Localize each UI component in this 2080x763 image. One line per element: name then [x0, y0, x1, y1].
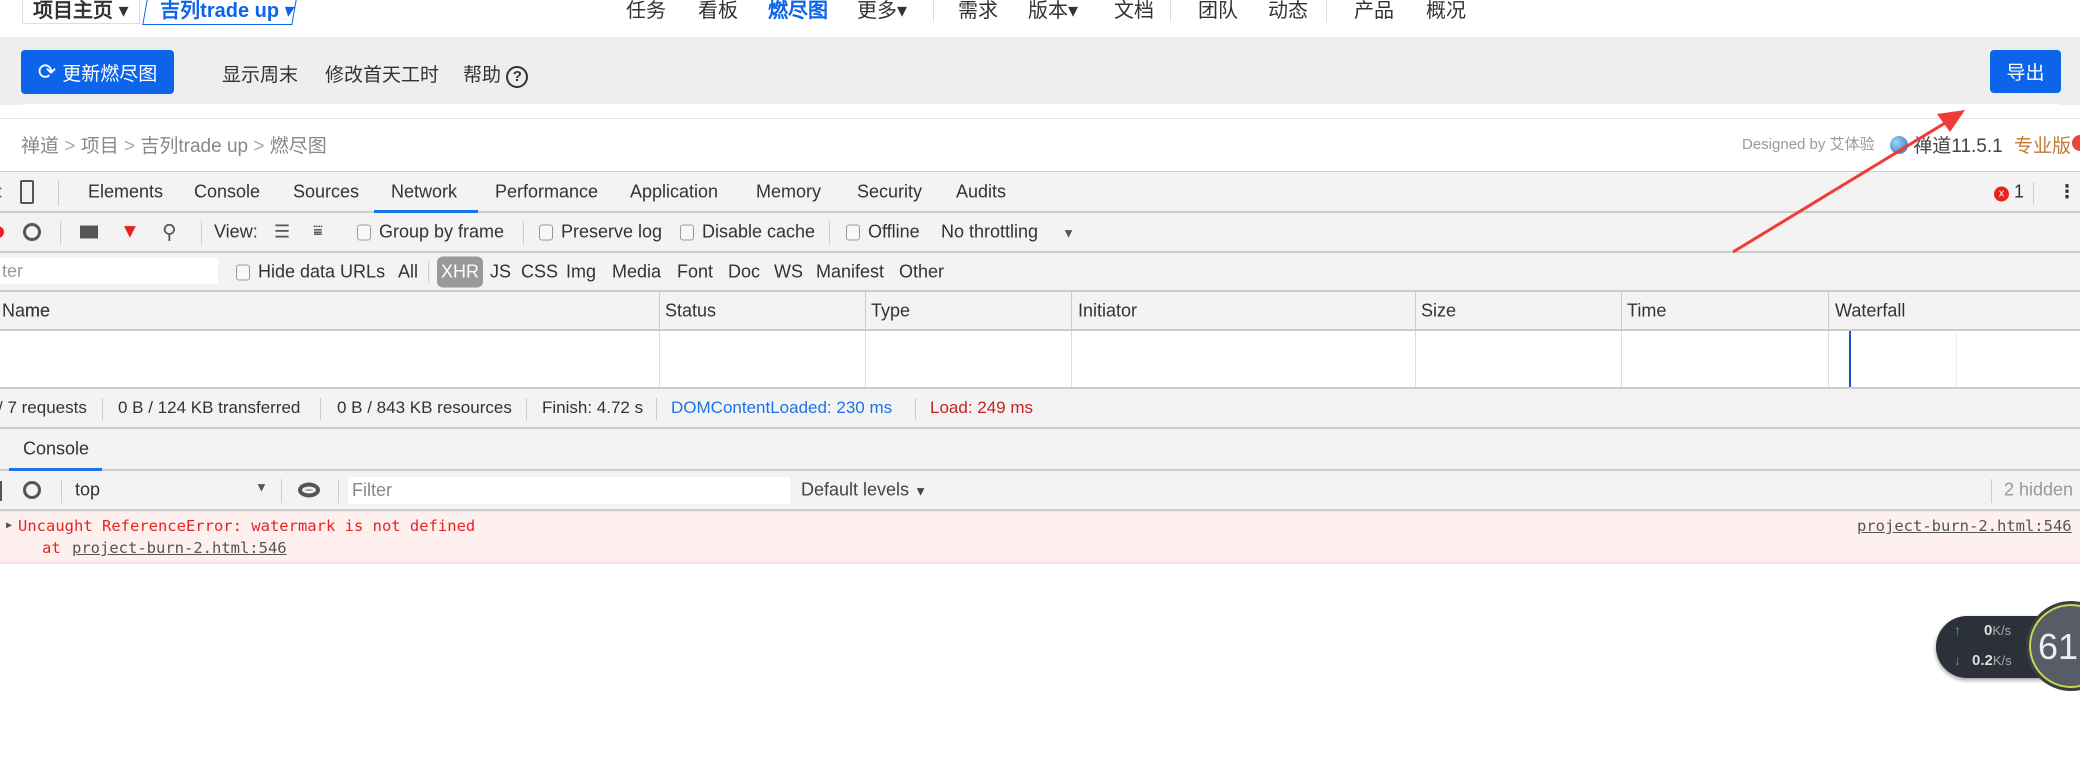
upload-arrow-icon: ↑ [1954, 622, 1961, 638]
gauge-value: 61 [2038, 626, 2079, 667]
annotation-arrow [1732, 110, 1965, 254]
download-speed: 0.2K/s [1972, 652, 2012, 669]
download-arrow-icon: ↓ [1954, 652, 1961, 668]
upload-speed: 0K/s [1984, 622, 2012, 639]
